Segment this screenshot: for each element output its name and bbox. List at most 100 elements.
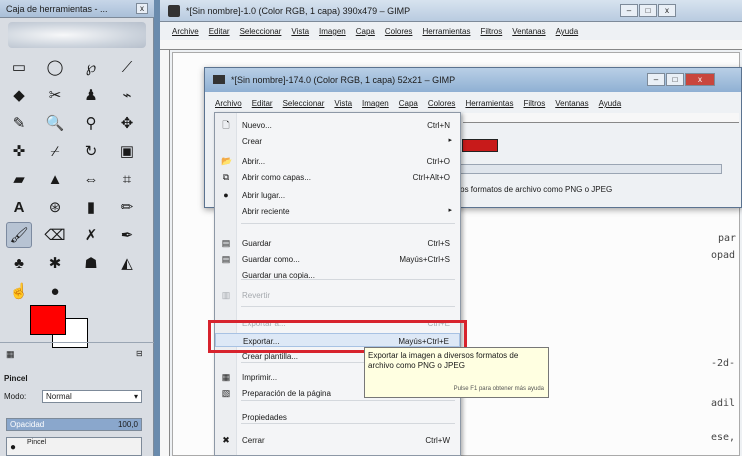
smudge-icon[interactable]: ☝ [6,278,32,304]
color-select-icon[interactable]: ◆ [6,82,32,108]
menu-seleccionar[interactable]: Seleccionar [283,99,325,108]
menu-item-revertir[interactable]: ▥ Revertir [215,288,460,302]
foreground-select-icon[interactable]: ♟ [78,82,104,108]
image-window-titlebar[interactable]: *[Sin nombre]-174.0 (Color RGB, 1 capa) … [205,68,741,92]
menu-item-label: Abrir lugar... [242,191,286,200]
menu-separator [241,423,455,424]
menu-filtros[interactable]: Filtros [480,27,502,36]
menu-item-shortcut: Ctrl+S [427,239,450,248]
menu-archivo[interactable]: Archivo [215,99,242,108]
menu-archive[interactable]: Archive [172,27,199,36]
menu-editar[interactable]: Editar [252,99,273,108]
close-button[interactable]: x [685,73,715,86]
menu-vista[interactable]: Vista [334,99,352,108]
toolbox-close-button[interactable]: x [136,3,148,14]
menu-colores[interactable]: Colores [428,99,456,108]
toolbox-titlebar[interactable]: Caja de herramientas - ... x [0,0,154,18]
rect-select-icon[interactable]: ▭ [6,54,32,80]
page-setup-icon: ▧ [221,388,231,398]
menu-colores[interactable]: Colores [385,27,413,36]
color-picker-icon[interactable]: ✎ [6,110,32,136]
move-icon[interactable]: ✥ [114,110,140,136]
eraser-icon[interactable]: ⌫ [42,222,68,248]
image-window-title: *[Sin nombre]-174.0 (Color RGB, 1 capa) … [231,75,456,85]
menu-seleccionar[interactable]: Seleccionar [240,27,282,36]
main-window-titlebar[interactable]: *[Sin nombre]-1.0 (Color RGB, 1 capa) 39… [160,0,742,22]
menu-separator [241,400,455,401]
menu-separator [241,223,455,224]
zoom-icon[interactable]: 🔍 [42,110,68,136]
tool-options-tab-icon[interactable]: ▦ [6,349,15,360]
menu-filtros[interactable]: Filtros [523,99,545,108]
gimp-window-icon [168,5,180,17]
dodge-burn-icon[interactable]: ● [42,278,68,304]
paths-icon[interactable]: ⌁ [114,82,140,108]
menu-item-propiedades[interactable]: Propiedades [215,410,460,424]
align-icon[interactable]: ✜ [6,138,32,164]
menu-imagen[interactable]: Imagen [319,27,346,36]
ellipse-select-icon[interactable]: ◯ [42,54,68,80]
menu-imagen[interactable]: Imagen [362,99,389,108]
text-tool-icon[interactable]: A [6,194,32,220]
maximize-button[interactable]: □ [639,4,657,17]
cage-transform-icon[interactable]: ⌗ [114,166,140,192]
menu-herramientas[interactable]: Herramientas [422,27,470,36]
perspective-icon[interactable]: ▲ [42,166,68,192]
clone-icon[interactable]: ♣ [6,250,32,276]
menu-item-abrir-reciente[interactable]: Abrir reciente ▸ [215,204,460,218]
ink-icon[interactable]: ✒ [114,222,140,248]
tooltip: Exportar la imagen a diversos formatos d… [364,347,549,398]
menu-item-guardar[interactable]: ▤ Guardar Ctrl+S [215,236,460,250]
menu-vista[interactable]: Vista [291,27,309,36]
heal-icon[interactable]: ✱ [42,250,68,276]
minimize-button[interactable]: – [647,73,665,86]
menu-item-label: Preparación de la página [242,389,331,398]
panel-menu-icon[interactable]: ⊟ [136,349,143,358]
minimize-button[interactable]: – [620,4,638,17]
menu-capa[interactable]: Capa [356,27,375,36]
menu-ayuda[interactable]: Ayuda [599,99,622,108]
horizontal-scrollbar[interactable] [460,164,722,174]
bucket-fill-icon[interactable]: ⊛ [42,194,68,220]
menu-item-nuevo[interactable]: 🗋 Nuevo... Ctrl+N [215,118,460,132]
scale-icon[interactable]: ▣ [114,138,140,164]
paintbrush-icon[interactable]: 🖌 [6,222,32,248]
new-document-icon: 🗋 [222,120,230,130]
maximize-button[interactable]: □ [666,73,684,86]
blur-icon[interactable]: ◭ [114,250,140,276]
fuzzy-select-icon[interactable]: ⟋ [114,54,140,80]
close-button[interactable]: x [658,4,676,17]
flip-icon[interactable]: ⇔ [78,166,104,192]
menu-capa[interactable]: Capa [399,99,418,108]
menu-editar[interactable]: Editar [209,27,230,36]
scissors-icon[interactable]: ✂ [42,82,68,108]
image-window-controls: – □ x [647,73,715,86]
perspective-clone-icon[interactable]: ☗ [78,250,104,276]
brush-selector[interactable]: ● Pincel [6,437,142,456]
airbrush-icon[interactable]: ✗ [78,222,104,248]
submenu-arrow-icon: ▸ [448,207,452,214]
menu-item-label: Cerrar [242,436,265,445]
menu-herramientas[interactable]: Herramientas [465,99,513,108]
blend-icon[interactable]: ▮ [78,194,104,220]
menu-item-abrir-lugar[interactable]: ● Abrir lugar... [215,188,460,202]
opacity-slider[interactable]: Opacidad 100,0 [6,418,142,431]
menu-item-cerrar[interactable]: ✖ Cerrar Ctrl+W [215,433,460,447]
menu-ventanas[interactable]: Ventanas [555,99,588,108]
shear-icon[interactable]: ▰ [6,166,32,192]
lasso-icon[interactable]: ℘ [78,54,104,80]
foreground-color-swatch[interactable] [30,305,66,335]
menu-item-guardar-como[interactable]: ▤ Guardar como... Mayús+Ctrl+S [215,252,460,266]
menu-ventanas[interactable]: Ventanas [512,27,545,36]
pencil-icon[interactable]: ✏ [114,194,140,220]
menu-item-crear[interactable]: Crear ▸ [215,134,460,148]
menu-item-abrir-como-capas[interactable]: ⧉ Abrir como capas... Ctrl+Alt+O [215,170,460,184]
menu-item-abrir[interactable]: 📂 Abrir... Ctrl+O [215,154,460,168]
gimp-window-icon [213,75,225,84]
measure-icon[interactable]: ⚲ [78,110,104,136]
crop-icon[interactable]: ⌿ [42,138,68,164]
brush-label: Pincel [27,439,47,446]
menu-ayuda[interactable]: Ayuda [556,27,579,36]
mode-select[interactable]: Normal ▾ [42,390,142,403]
rotate-icon[interactable]: ↻ [78,138,104,164]
